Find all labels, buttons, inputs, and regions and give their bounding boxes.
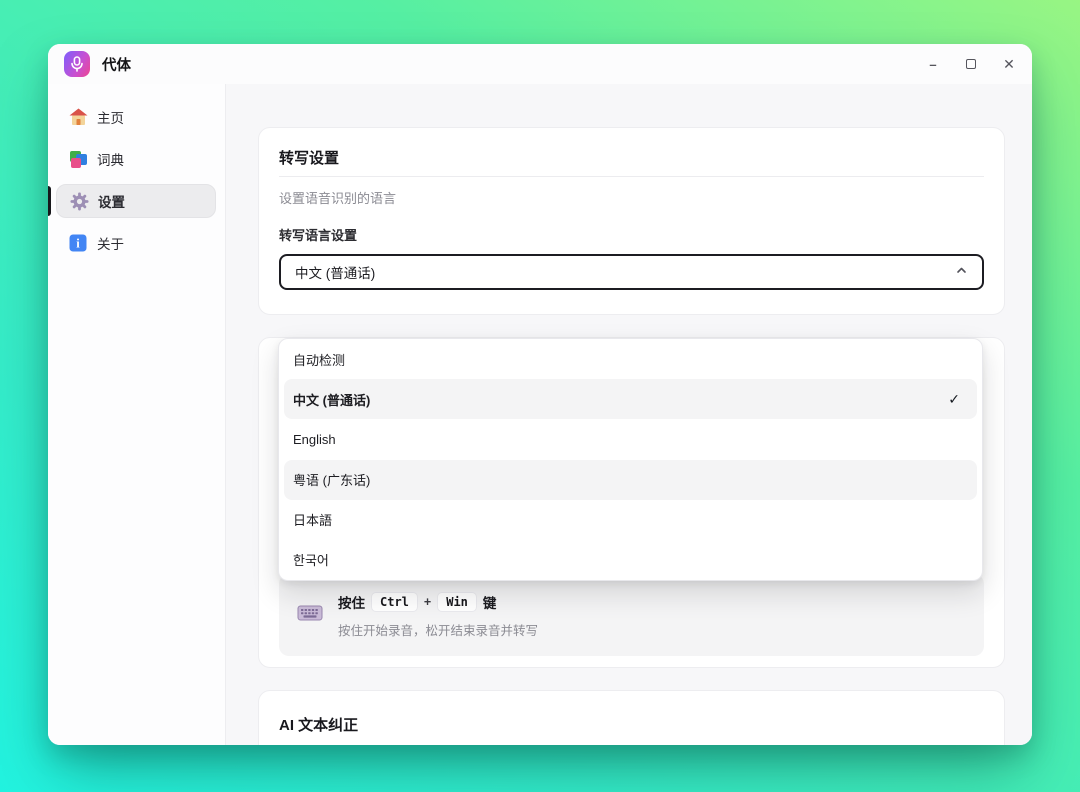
sidebar-item-label: 关于 (97, 233, 124, 253)
hotkey-hint: 按住开始录音，松开结束录音并转写 (338, 620, 538, 639)
hotkey-suffix: 键 (483, 592, 497, 612)
plus-sign: + (424, 595, 431, 609)
maximize-button[interactable] (964, 57, 978, 71)
dropdown-option-auto-detect[interactable]: 自动检测 (284, 339, 977, 379)
dictionary-icon (68, 149, 88, 169)
sidebar-item-dictionary[interactable]: 词典 (56, 142, 216, 176)
hotkey-box[interactable]: 按住 Ctrl + Win 键 按住开始录音，松开结束录音并转写 (279, 574, 984, 656)
maximize-icon (966, 59, 976, 69)
key-ctrl: Ctrl (372, 593, 417, 611)
option-label: 한국어 (293, 550, 329, 569)
divider (279, 176, 984, 177)
active-item-indicator (48, 186, 51, 216)
option-label: 中文 (普通话) (293, 390, 370, 409)
titlebar: 代体 – ✕ (48, 44, 1032, 84)
chevron-up-icon (955, 264, 968, 280)
dropdown-option-mandarin[interactable]: 中文 (普通话) ✓ (284, 379, 977, 419)
keyboard-icon (297, 603, 323, 628)
sidebar-item-about[interactable]: i 关于 (56, 226, 216, 260)
language-select[interactable]: 中文 (普通话) (279, 254, 984, 290)
language-field-label: 转写语言设置 (279, 229, 984, 242)
key-win: Win (438, 593, 476, 611)
language-dropdown-menu: 自动检测 中文 (普通话) ✓ English 粤语 (广东话) 日本語 한국어 (278, 338, 983, 581)
dropdown-option-cantonese[interactable]: 粤语 (广东话) (284, 460, 977, 500)
dropdown-option-korean[interactable]: 한국어 (284, 540, 977, 580)
app-window: 代体 – ✕ 主页 (48, 44, 1032, 745)
svg-text:i: i (76, 237, 80, 251)
info-icon: i (68, 233, 88, 253)
home-icon (68, 107, 88, 127)
card-description: 设置语音识别的语言 (279, 192, 984, 205)
sidebar-item-settings[interactable]: 设置 (56, 184, 216, 218)
option-label: 粤语 (广东话) (293, 470, 370, 489)
sidebar-item-label: 词典 (97, 149, 124, 169)
sidebar-item-label: 设置 (98, 191, 125, 211)
option-label: 日本語 (293, 510, 332, 529)
window-controls: – ✕ (926, 57, 1016, 71)
close-button[interactable]: ✕ (1002, 57, 1016, 71)
app-logo-mic-icon (64, 51, 90, 77)
ai-correction-card: AI 文本纠正 (258, 690, 1005, 745)
hotkey-text: 按住 Ctrl + Win 键 按住开始录音，松开结束录音并转写 (338, 592, 538, 639)
sidebar: 主页 词典 (48, 84, 225, 745)
app-title: 代体 (102, 54, 131, 75)
minimize-button[interactable]: – (926, 57, 940, 71)
gear-icon (69, 191, 89, 211)
hotkey-prefix: 按住 (338, 592, 365, 612)
sidebar-item-home[interactable]: 主页 (56, 100, 216, 134)
transcription-settings-card: 转写设置 设置语音识别的语言 转写语言设置 中文 (普通话) (258, 127, 1005, 315)
option-label: 自动检测 (293, 350, 345, 369)
sidebar-item-label: 主页 (97, 107, 124, 127)
option-label: English (293, 432, 336, 447)
checkmark-icon: ✓ (948, 391, 960, 408)
dropdown-option-japanese[interactable]: 日本語 (284, 500, 977, 540)
card-title: AI 文本纠正 (279, 718, 984, 734)
dropdown-option-english[interactable]: English (284, 419, 977, 459)
language-select-value: 中文 (普通话) (295, 262, 375, 282)
card-title: 转写设置 (279, 151, 984, 167)
